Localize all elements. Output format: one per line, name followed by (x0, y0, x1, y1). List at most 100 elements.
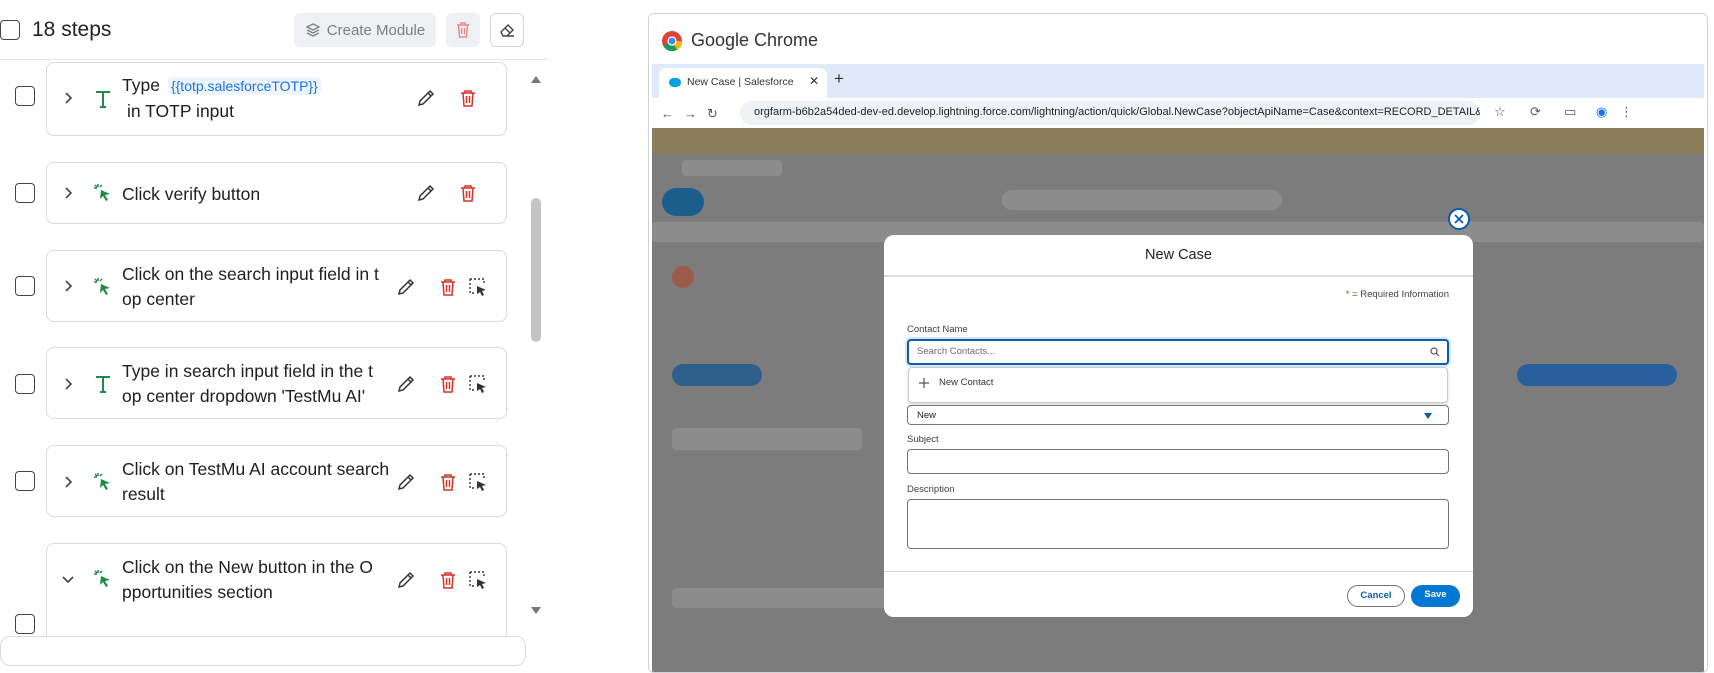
required-info-note: * = Required Information (1346, 289, 1449, 300)
new-contact-label: New Contact (939, 377, 994, 388)
required-info-text: = Required Information (1352, 289, 1449, 300)
edit-icon[interactable] (395, 276, 417, 298)
delete-icon[interactable] (437, 373, 459, 395)
step-line2: result (122, 484, 165, 504)
cancel-button[interactable]: Cancel (1347, 585, 1405, 607)
record-icon (672, 266, 694, 288)
edit-icon[interactable] (415, 182, 437, 204)
step-card[interactable]: Click on the New button in the O pportun… (46, 543, 507, 643)
delete-icon[interactable] (457, 182, 479, 204)
tab-title: New Case | Salesforce (687, 76, 794, 88)
scroll-up-icon[interactable] (530, 74, 542, 84)
close-tab-icon[interactable]: ✕ (809, 74, 819, 88)
new-tab-icon[interactable]: + (834, 69, 844, 89)
step-card[interactable]: Click on the search input field in t op … (46, 250, 507, 322)
select-element-icon[interactable] (467, 471, 489, 493)
delete-selected-button[interactable] (446, 13, 480, 47)
global-search-blob (1002, 190, 1282, 210)
required-star: * (1345, 289, 1350, 300)
select-element-icon[interactable] (467, 373, 489, 395)
menu-icon[interactable]: ⋮ (1620, 104, 1633, 120)
description-textarea[interactable] (907, 499, 1449, 549)
variable-tag: {{totp.salesforceTOTP}} (167, 77, 321, 95)
steps-header: 18 steps Create Module (0, 0, 548, 60)
step-checkbox[interactable] (15, 374, 35, 394)
step-checkbox[interactable] (15, 86, 35, 106)
save-button[interactable]: Save (1411, 585, 1460, 607)
chevron-right-icon[interactable] (61, 377, 75, 391)
modal-close-button[interactable] (1448, 208, 1470, 230)
plus-icon (919, 377, 929, 388)
step-line1: Type (122, 75, 160, 95)
chevron-right-icon[interactable] (61, 91, 75, 105)
step-text: Click on the search input field in t op … (122, 262, 392, 312)
new-case-modal: New Case * = Required Information Contac… (884, 235, 1473, 617)
cast-icon[interactable]: ▭ (1564, 104, 1576, 120)
contact-name-label: Contact Name (907, 324, 968, 335)
step-line2: pportunities section (122, 582, 273, 602)
profile-icon[interactable]: ◉ (1596, 104, 1607, 120)
contact-search-input[interactable]: Search Contacts... (907, 339, 1449, 365)
search-icon (1430, 347, 1440, 357)
select-element-icon[interactable] (467, 276, 489, 298)
chevron-right-icon[interactable] (61, 475, 75, 489)
click-icon (94, 473, 110, 490)
step-line2: in TOTP input (127, 101, 235, 121)
reload-icon[interactable]: ↻ (707, 106, 718, 122)
contact-dropdown: New Contact (908, 367, 1448, 403)
edit-icon[interactable] (395, 373, 417, 395)
delete-icon[interactable] (457, 87, 479, 109)
step-line1: Click on the search input field in t (122, 264, 379, 284)
chevron-right-icon[interactable] (61, 279, 75, 293)
delete-icon[interactable] (437, 276, 459, 298)
click-icon (94, 184, 110, 201)
select-all-checkbox[interactable] (0, 20, 20, 40)
bookmark-star-icon[interactable]: ☆ (1494, 104, 1506, 120)
step-line2: op center dropdown 'TestMu AI' (122, 386, 366, 406)
step-checkbox[interactable] (15, 614, 35, 634)
select-element-icon[interactable] (467, 569, 489, 591)
steps-count: 18 steps (32, 18, 112, 41)
modal-title: New Case (884, 235, 1473, 277)
app-launcher-blob (682, 160, 782, 176)
extension-icon[interactable]: ⟳ (1530, 104, 1541, 120)
step-card[interactable]: Type {{totp.salesforceTOTP}} in TOTP inpu… (46, 62, 507, 136)
back-icon[interactable]: ← (661, 106, 674, 121)
activity-tabs-blob (672, 428, 862, 450)
step-checkbox[interactable] (15, 276, 35, 296)
step-card[interactable]: Click verify button (46, 162, 507, 224)
steps-panel: 18 steps Create Module Type {{totp.salesf… (0, 0, 548, 666)
step-line1: Click on the New button in the O (122, 557, 373, 577)
new-contact-option[interactable]: New Contact (919, 377, 993, 388)
bottom-input-card[interactable] (0, 636, 526, 666)
edit-icon[interactable] (395, 569, 417, 591)
scroll-down-icon[interactable] (530, 606, 542, 616)
path-stage-blob (672, 364, 762, 386)
edit-icon[interactable] (415, 87, 437, 109)
subject-label: Subject (907, 434, 939, 445)
create-module-label: Create Module (326, 21, 426, 39)
description-label: Description (907, 484, 955, 495)
step-text: Type {{totp.salesforceTOTP}} in TOTP inpu… (122, 73, 422, 124)
url-bar[interactable]: orgfarm-b6b2a54ded-dev-ed.develop.lightn… (740, 101, 1480, 125)
subject-input[interactable] (907, 449, 1449, 474)
clear-button[interactable] (490, 13, 524, 47)
type-icon (96, 376, 110, 393)
edit-icon[interactable] (395, 471, 417, 493)
status-select[interactable]: New (907, 405, 1449, 425)
forward-icon[interactable]: → (684, 106, 697, 121)
create-module-button[interactable]: Create Module (294, 13, 436, 47)
step-checkbox[interactable] (15, 183, 35, 203)
step-card[interactable]: Type in search input field in the t op c… (46, 347, 507, 419)
step-checkbox[interactable] (15, 471, 35, 491)
chevron-down-icon[interactable] (61, 572, 75, 586)
step-card[interactable]: Click on TestMu AI account search result (46, 445, 507, 517)
delete-icon[interactable] (437, 569, 459, 591)
warning-banner (652, 128, 1704, 154)
delete-icon[interactable] (437, 471, 459, 493)
chevron-right-icon[interactable] (61, 186, 75, 200)
url-text: orgfarm-b6b2a54ded-dev-ed.develop.lightn… (754, 106, 1480, 118)
scrollbar-thumb[interactable] (531, 198, 541, 342)
window-title: Google Chrome (691, 30, 819, 50)
browser-tab[interactable]: New Case | Salesforce ✕ (659, 68, 827, 98)
